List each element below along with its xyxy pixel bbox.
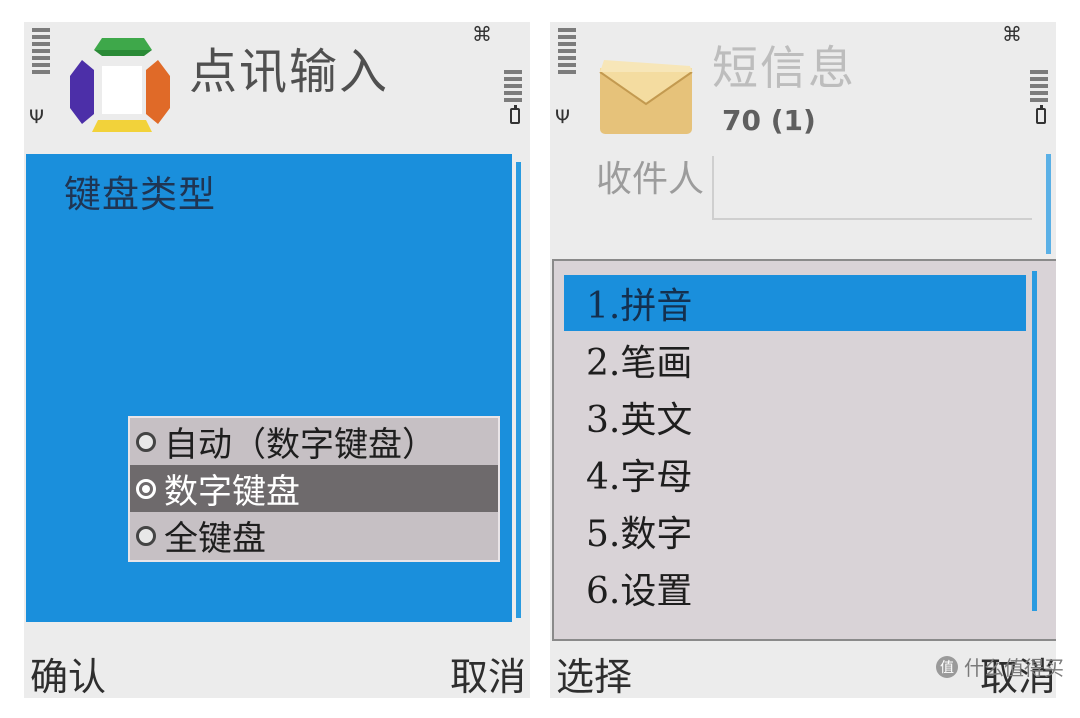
confirm-softkey[interactable]: 确认: [30, 646, 106, 698]
phone-screen-sms: Ψ 短信息 70 (1) ⌘ 收件人 1.拼音 2.笔画 3.英文 4.字母 5…: [550, 22, 1056, 698]
radio-icon: [136, 431, 156, 452]
option-label: 自动（数字键盘）: [164, 425, 436, 465]
antenna-icon: Ψ: [555, 106, 570, 128]
battery-icon: [1036, 105, 1046, 124]
character-counter: 70 (1): [722, 104, 816, 137]
scrollbar[interactable]: [1046, 154, 1051, 254]
scrollbar[interactable]: [516, 162, 521, 618]
menu-item-english[interactable]: 3.英文: [564, 389, 1026, 445]
antenna-icon: Ψ: [29, 106, 44, 128]
clover-icon: ⌘: [472, 22, 492, 46]
radio-icon: [136, 525, 156, 546]
watermark: 值 什么值得买: [936, 652, 1064, 681]
watermark-logo-icon: 值: [936, 655, 958, 678]
phone-screen-input-settings: Ψ 点讯输入 ⌘ 键盘类型 自动（数字键盘） 数字键盘 全键盘 确认 取消: [24, 22, 530, 698]
recipient-label: 收件人: [596, 159, 705, 200]
option-numeric-keypad[interactable]: 数字键盘: [130, 465, 498, 512]
recipient-input[interactable]: [712, 156, 1032, 220]
option-label: 全键盘: [164, 519, 266, 559]
battery-level-icon: [504, 70, 522, 105]
select-softkey[interactable]: 选择: [556, 646, 632, 698]
keyboard-type-options: 自动（数字键盘） 数字键盘 全键盘: [128, 416, 500, 562]
sms-title: 短信息: [712, 41, 856, 95]
option-auto[interactable]: 自动（数字键盘）: [130, 418, 498, 465]
watermark-text: 什么值得买: [964, 656, 1064, 680]
app-title: 点讯输入: [189, 44, 390, 100]
menu-scrollbar[interactable]: [1032, 271, 1037, 611]
settings-panel: 键盘类型 自动（数字键盘） 数字键盘 全键盘: [26, 154, 512, 622]
input-method-menu: 1.拼音 2.笔画 3.英文 4.字母 5.数字 6.设置: [552, 259, 1056, 641]
signal-strength-icon: [32, 28, 50, 77]
keyboard-type-heading: 键盘类型: [64, 173, 216, 216]
cancel-softkey[interactable]: 取消: [450, 646, 526, 698]
menu-item-pinyin[interactable]: 1.拼音: [564, 275, 1026, 331]
dianxun-logo-icon: [70, 38, 170, 132]
battery-icon: [510, 105, 520, 124]
signal-strength-icon: [558, 28, 576, 77]
option-full-keyboard[interactable]: 全键盘: [130, 512, 498, 559]
envelope-icon: [599, 60, 693, 134]
option-label: 数字键盘: [164, 472, 300, 512]
radio-selected-icon: [136, 478, 156, 499]
menu-item-settings[interactable]: 6.设置: [564, 560, 1026, 616]
clover-icon: ⌘: [1002, 22, 1022, 46]
menu-item-stroke[interactable]: 2.笔画: [564, 332, 1026, 388]
menu-item-letters[interactable]: 4.字母: [564, 446, 1026, 502]
menu-item-numbers[interactable]: 5.数字: [564, 503, 1026, 559]
battery-level-icon: [1030, 70, 1048, 105]
